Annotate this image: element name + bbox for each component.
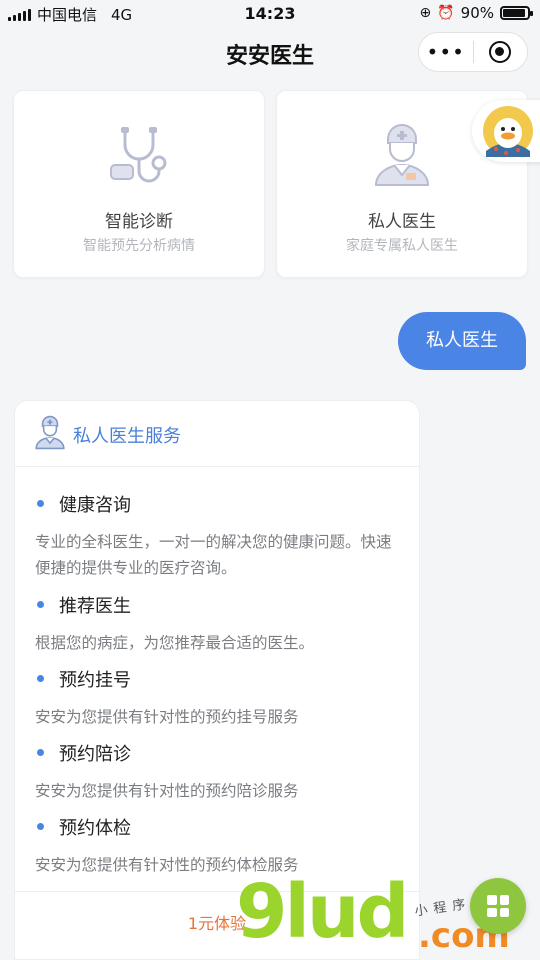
service-name: 推荐医生 <box>35 592 401 618</box>
reply-header: 私人医生服务 <box>15 401 419 467</box>
service-desc: 专业的全科医生，一对一的解决您的健康问题。快速便捷的提供专业的医疗咨询。 <box>35 533 392 577</box>
doctor-icon <box>35 415 65 450</box>
status-bar: 中国电信 4G 14:23 ⊕ ⏰ 90% <box>0 0 540 28</box>
service-item: 预约挂号 安安为您提供有针对性的预约挂号服务 <box>35 666 401 730</box>
card-smart-diagnosis[interactable]: 智能诊断 智能预先分析病情 <box>13 90 265 278</box>
trial-button[interactable]: 1元体验 <box>15 910 419 934</box>
service-item: 预约体检 安安为您提供有针对性的预约体检服务 <box>35 814 401 878</box>
more-button[interactable]: ••• <box>419 40 473 64</box>
reply-card: 私人医生服务 健康咨询 专业的全科医生，一对一的解决您的健康问题。快速便捷的提供… <box>14 400 420 960</box>
user-message-bubble: 私人医生 <box>398 312 526 370</box>
reply-footer: 1元体验 <box>15 891 419 960</box>
service-item: 预约陪诊 安安为您提供有针对性的预约陪诊服务 <box>35 740 401 804</box>
mini-program-page: 中国电信 4G 14:23 ⊕ ⏰ 90% 安安医生 ••• 智能诊断 智能预先… <box>0 0 540 960</box>
reply-title: 私人医生服务 <box>73 426 181 447</box>
close-button[interactable] <box>474 41 528 63</box>
alarm-icon: ⏰ <box>437 5 455 21</box>
card-subtitle: 智能预先分析病情 <box>83 238 195 254</box>
card-title: 私人医生 <box>368 212 436 232</box>
service-desc: 安安为您提供有针对性的预约挂号服务 <box>35 708 299 726</box>
close-target-icon <box>489 41 512 63</box>
doctor-icon <box>374 124 430 186</box>
nav-bar: 安安医生 ••• <box>0 28 540 78</box>
assistant-avatar-button[interactable] <box>472 100 540 162</box>
card-subtitle: 家庭专属私人医生 <box>346 238 458 254</box>
grid-icon <box>487 895 509 917</box>
service-item: 健康咨询 专业的全科医生，一对一的解决您的健康问题。快速便捷的提供专业的医疗咨询… <box>35 491 401 581</box>
service-name: 预约挂号 <box>35 666 401 692</box>
battery-icon <box>500 6 533 20</box>
duck-avatar-icon <box>483 106 533 157</box>
service-name: 预约陪诊 <box>35 740 401 766</box>
service-desc: 根据您的病症，为您推荐最合适的医生。 <box>35 634 315 652</box>
service-name: 健康咨询 <box>35 491 401 517</box>
service-name: 预约体检 <box>35 814 401 840</box>
service-item: 推荐医生 根据您的病症，为您推荐最合适的医生。 <box>35 592 401 656</box>
service-desc: 安安为您提供有针对性的预约体检服务 <box>35 856 299 874</box>
card-title: 智能诊断 <box>105 212 173 232</box>
stethoscope-icon <box>110 127 167 183</box>
floating-menu-button[interactable] <box>470 878 526 934</box>
capsule-menu: ••• <box>418 32 528 72</box>
battery-percent: 90% <box>460 4 494 22</box>
orientation-lock-icon: ⊕ <box>419 5 432 21</box>
service-desc: 安安为您提供有针对性的预约陪诊服务 <box>35 782 299 800</box>
status-right: ⊕ ⏰ 90% <box>419 4 533 22</box>
